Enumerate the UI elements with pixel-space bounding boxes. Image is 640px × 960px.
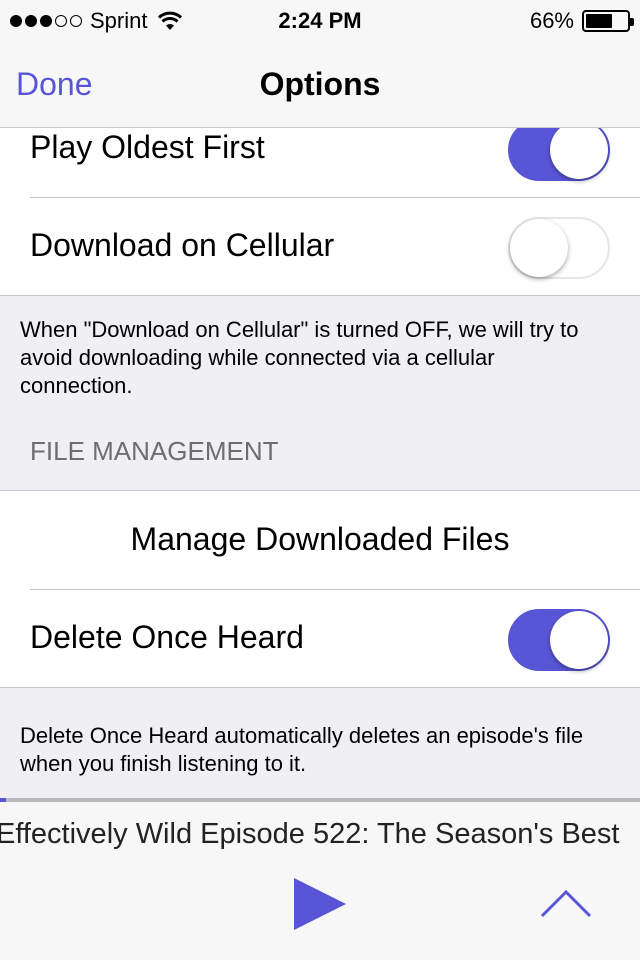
play-icon[interactable] <box>290 874 350 934</box>
playback-progress-bar[interactable] <box>0 798 640 802</box>
battery-icon <box>582 10 634 32</box>
file-management-group: Manage Downloaded Files Delete Once Hear… <box>0 490 640 688</box>
download-on-cellular-row: Download on Cellular <box>0 197 640 295</box>
play-oldest-first-label: Play Oldest First <box>30 129 265 165</box>
page-title: Options <box>259 66 381 102</box>
status-bar: Sprint 2:24 PM 66% <box>0 0 640 40</box>
toggle-knob <box>550 611 608 669</box>
download-on-cellular-toggle[interactable] <box>508 217 610 279</box>
play-oldest-first-row: Play Oldest First <box>0 128 640 197</box>
chevron-up-icon[interactable] <box>536 884 596 924</box>
delete-once-heard-row: Delete Once Heard <box>0 589 640 687</box>
delete-once-heard-label: Delete Once Heard <box>30 619 304 655</box>
delete-once-heard-footer-note: Delete Once Heard automatically deletes … <box>20 723 584 776</box>
manage-downloaded-files-button[interactable]: Manage Downloaded Files <box>0 521 640 558</box>
file-management-header: FILE MANAGEMENT <box>30 436 279 466</box>
cellular-footer-note: When "Download on Cellular" is turned OF… <box>20 317 579 398</box>
battery-percent: 66% <box>529 8 574 33</box>
play-oldest-first-toggle[interactable] <box>508 128 610 181</box>
navigation-bar: Done Options <box>0 40 640 128</box>
battery-fill <box>586 14 613 28</box>
delete-once-heard-toggle[interactable] <box>508 609 610 671</box>
download-on-cellular-label: Download on Cellular <box>30 227 335 263</box>
toggle-knob <box>550 128 608 179</box>
toggle-knob <box>510 219 568 277</box>
now-playing-title[interactable]: Effectively Wild Episode 522: The Season… <box>0 818 640 851</box>
manage-downloaded-files-row[interactable]: Manage Downloaded Files <box>0 491 640 589</box>
status-right: 66% <box>529 8 634 34</box>
mini-player: Effectively Wild Episode 522: The Season… <box>0 798 640 960</box>
battery-cap <box>630 18 634 26</box>
playback-progress-fill <box>0 798 7 802</box>
download-settings-group: Play Oldest First Download on Cellular <box>0 128 640 296</box>
options-list[interactable]: Play Oldest First Download on Cellular W… <box>0 128 640 798</box>
